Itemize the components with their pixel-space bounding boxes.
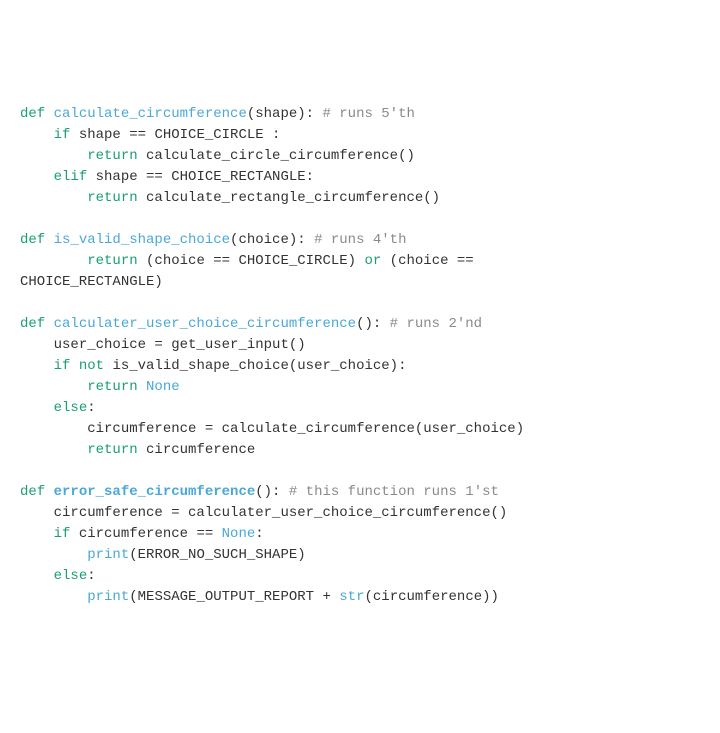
code-line: print(MESSAGE_OUTPUT_REPORT + str(circum… (20, 587, 720, 608)
code-ident: error_safe_circumference (54, 484, 256, 500)
code-text: (circumference)) (365, 589, 499, 605)
code-text: : (87, 400, 95, 416)
code-comment: # runs 2'nd (390, 316, 482, 332)
code-keyword: not (79, 358, 113, 374)
code-line (20, 209, 720, 230)
code-line: def is_valid_shape_choice(choice): # run… (20, 230, 720, 251)
code-line: if circumference == None: (20, 524, 720, 545)
code-line: circumference = calculate_circumference(… (20, 419, 720, 440)
code-keyword: else (54, 400, 88, 416)
code-comment: # this function runs 1'st (289, 484, 499, 500)
code-text: circumference = calculater_user_choice_c… (54, 505, 508, 521)
code-line: return calculate_rectangle_circumference… (20, 188, 720, 209)
code-text: shape == CHOICE_CIRCLE : (79, 127, 281, 143)
code-ident: None (146, 379, 180, 395)
code-text: (choice == CHOICE_CIRCLE) (146, 253, 364, 269)
code-ident: print (87, 589, 129, 605)
code-line: return circumference (20, 440, 720, 461)
code-text (20, 211, 28, 227)
code-text: calculate_rectangle_circumference() (146, 190, 440, 206)
code-line: CHOICE_RECTANGLE) (20, 272, 720, 293)
code-keyword: return (87, 148, 146, 164)
code-text: : (87, 568, 95, 584)
code-ident: calculate_circumference (54, 106, 247, 122)
code-line: return None (20, 377, 720, 398)
code-keyword: return (87, 379, 146, 395)
code-ident: str (339, 589, 364, 605)
code-text: CHOICE_RECTANGLE) (20, 274, 163, 290)
code-line: if shape == CHOICE_CIRCLE : (20, 125, 720, 146)
code-keyword: elif (54, 169, 96, 185)
code-keyword: def (20, 484, 54, 500)
code-ident: is_valid_shape_choice (54, 232, 230, 248)
code-line: def calculate_circumference(shape): # ru… (20, 104, 720, 125)
code-block: def calculate_circumference(shape): # ru… (20, 104, 720, 608)
code-ident: calculater_user_choice_circumference (54, 316, 356, 332)
code-text: (ERROR_NO_SUCH_SHAPE) (129, 547, 305, 563)
code-ident: print (87, 547, 129, 563)
code-text (20, 463, 28, 479)
code-keyword: def (20, 232, 54, 248)
code-text: (MESSAGE_OUTPUT_REPORT + (129, 589, 339, 605)
code-line (20, 461, 720, 482)
code-text: (shape): (247, 106, 323, 122)
code-text: (): (356, 316, 390, 332)
code-keyword: if (54, 127, 79, 143)
code-text: circumference (146, 442, 255, 458)
code-text: user_choice = get_user_input() (54, 337, 306, 353)
code-comment: # runs 4'th (314, 232, 406, 248)
code-line: user_choice = get_user_input() (20, 335, 720, 356)
code-keyword: if (54, 358, 79, 374)
code-text: (): (255, 484, 289, 500)
code-text (20, 295, 28, 311)
code-text: (choice == (381, 253, 473, 269)
code-line: else: (20, 566, 720, 587)
code-line: return calculate_circle_circumference() (20, 146, 720, 167)
code-line: else: (20, 398, 720, 419)
code-line: if not is_valid_shape_choice(user_choice… (20, 356, 720, 377)
code-text: shape == CHOICE_RECTANGLE: (96, 169, 314, 185)
code-line: def calculater_user_choice_circumference… (20, 314, 720, 335)
code-keyword: or (364, 253, 381, 269)
code-line (20, 293, 720, 314)
code-line: return (choice == CHOICE_CIRCLE) or (cho… (20, 251, 720, 272)
code-comment: # runs 5'th (322, 106, 414, 122)
code-text: calculate_circle_circumference() (146, 148, 415, 164)
code-line: def error_safe_circumference(): # this f… (20, 482, 720, 503)
code-text: (choice): (230, 232, 314, 248)
code-keyword: def (20, 106, 54, 122)
code-keyword: def (20, 316, 54, 332)
code-keyword: return (87, 442, 146, 458)
code-text: circumference = calculate_circumference(… (87, 421, 524, 437)
code-line: circumference = calculater_user_choice_c… (20, 503, 720, 524)
code-keyword: return (87, 253, 146, 269)
code-keyword: else (54, 568, 88, 584)
code-text: is_valid_shape_choice(user_choice): (112, 358, 406, 374)
code-line: elif shape == CHOICE_RECTANGLE: (20, 167, 720, 188)
code-line: print(ERROR_NO_SUCH_SHAPE) (20, 545, 720, 566)
code-keyword: return (87, 190, 146, 206)
